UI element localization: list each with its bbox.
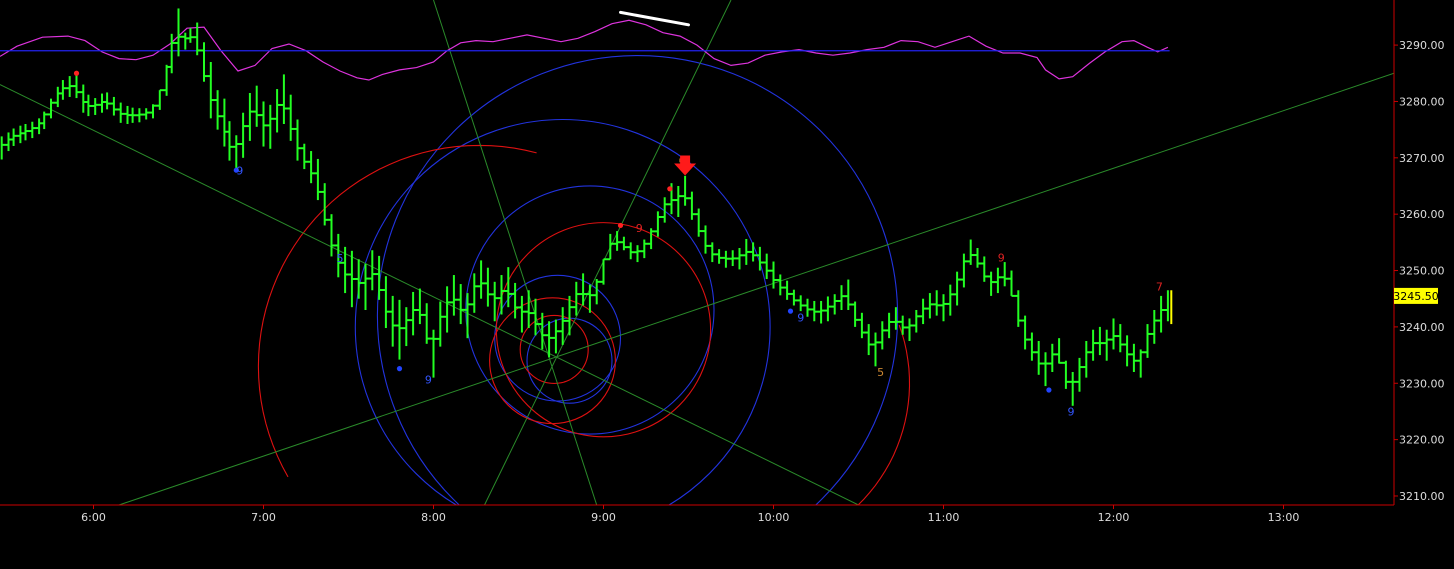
bar-count-label: 5: [337, 252, 344, 265]
chart-background: [0, 0, 1454, 565]
price-tick-label: 3230.00: [1399, 377, 1445, 390]
price-tick-label: 3250.00: [1399, 265, 1445, 278]
price-tick-label: 3210.00: [1399, 490, 1445, 503]
time-tick-label: 11:00: [928, 511, 960, 524]
signal-dot: [1046, 387, 1052, 393]
signal-dot: [667, 186, 673, 192]
bar-count-label: 9: [998, 252, 1005, 265]
bar-count-label: 9: [636, 222, 643, 235]
bar-count-label: 5: [877, 366, 884, 379]
price-tick-label: 3270.00: [1399, 152, 1445, 165]
price-tick-label: 3260.00: [1399, 208, 1445, 221]
bar-count-label: 9: [1068, 405, 1075, 418]
price-tick-label: 3290.00: [1399, 39, 1445, 52]
time-tick-label: 8:00: [421, 511, 446, 524]
time-tick-label: 7:00: [251, 511, 276, 524]
signal-dot: [73, 70, 80, 76]
price-chart[interactable]: 9599595997 6:007:008:009:0010:0011:0012:…: [0, 0, 1454, 565]
time-tick-label: 6:00: [81, 511, 106, 524]
signal-dot: [787, 308, 794, 314]
time-tick-label: 10:00: [758, 511, 790, 524]
signal-dot: [617, 222, 624, 229]
time-tick-label: 12:00: [1098, 511, 1130, 524]
time-tick-label: 9:00: [591, 511, 616, 524]
bar-count-label: 9: [797, 311, 804, 324]
signal-dot: [396, 366, 403, 372]
chart-canvas[interactable]: 9599595997 6:007:008:009:0010:0011:0012:…: [0, 0, 1454, 565]
bar-count-label: 9: [236, 165, 243, 178]
time-tick-label: 13:00: [1268, 511, 1300, 524]
last-price-tag: 3245.50: [1393, 287, 1439, 304]
price-tick-label: 3220.00: [1399, 434, 1445, 447]
bar-count-label: 7: [1156, 280, 1163, 293]
price-tick-label: 3240.00: [1399, 321, 1445, 334]
price-tick-label: 3280.00: [1399, 95, 1445, 108]
bar-count-label: 9: [425, 373, 432, 386]
last-price-label: 3245.50: [1393, 290, 1439, 303]
